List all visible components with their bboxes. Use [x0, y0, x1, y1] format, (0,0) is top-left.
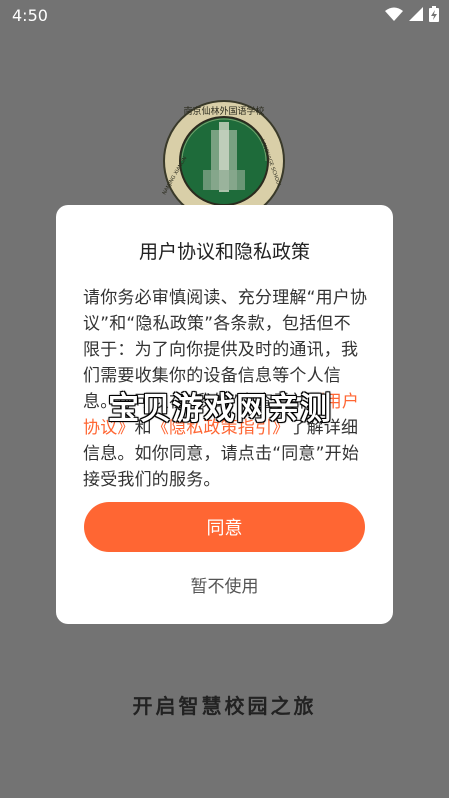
status-bar: 4:50 [0, 0, 449, 32]
agree-button[interactable]: 同意 [84, 502, 365, 552]
watermark: 宝贝游戏网亲测 [108, 391, 332, 427]
wifi-icon [385, 7, 403, 21]
cellular-signal-icon [409, 7, 423, 21]
battery-icon [429, 6, 439, 22]
school-logo: 南京仙林外国语学校 NANJING XIANLIN LANGUAGE SCHOO… [162, 100, 285, 222]
status-time: 4:50 [12, 6, 48, 25]
slogan: 开启智慧校园之旅 [132, 694, 317, 718]
dialog-title: 用户协议和隐私政策 [138, 241, 310, 263]
logo-text-top: 南京仙林外国语学校 [183, 105, 264, 117]
status-icons [385, 6, 439, 22]
decline-button[interactable]: 暂不使用 [84, 572, 365, 597]
